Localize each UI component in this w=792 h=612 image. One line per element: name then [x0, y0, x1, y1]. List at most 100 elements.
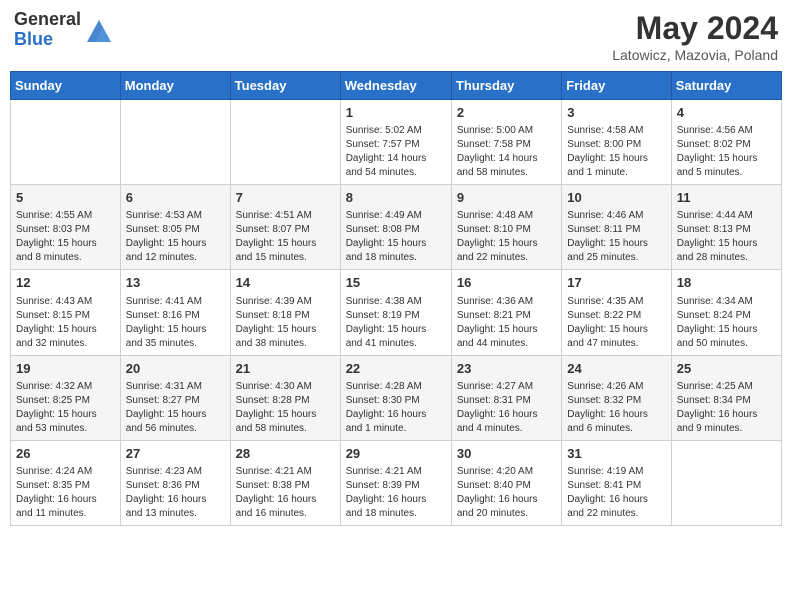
- day-number: 18: [677, 274, 776, 292]
- calendar-cell: 2 Sunrise: 5:00 AM Sunset: 7:58 PM Daylig…: [451, 100, 561, 185]
- calendar-cell: 4Sunrise: 4:56 AM Sunset: 8:02 PM Daylig…: [671, 100, 781, 185]
- logo: General Blue: [14, 10, 113, 50]
- day-number: 5: [16, 189, 115, 207]
- calendar-cell: 15 Sunrise: 4:38 AM Sunset: 8:19 PM Dayli…: [340, 270, 451, 355]
- day-number: 24: [567, 360, 665, 378]
- day-info: Sunrise: 4:31 AM Sunset: 8:27 PM Dayligh…: [126, 380, 225, 436]
- day-info: Sunrise: 4:48 AM Sunset: 8:10 PM Dayligh…: [457, 209, 556, 265]
- day-number: 12: [16, 274, 115, 292]
- day-number: 15: [346, 274, 446, 292]
- day-info: Sunrise: 4:25 AM Sunset: 8:34 PM Dayligh…: [677, 380, 776, 436]
- day-header-friday: Friday: [562, 72, 671, 100]
- calendar-header-row: SundayMondayTuesdayWednesdayThursdayFrid…: [11, 72, 782, 100]
- calendar-cell: 9 Sunrise: 4:48 AM Sunset: 8:10 PM Daylig…: [451, 185, 561, 270]
- calendar-week-row: 1 Sunrise: 5:02 AM Sunset: 7:57 PM Daylig…: [11, 100, 782, 185]
- day-number: 28: [236, 445, 335, 463]
- subtitle: Latowicz, Mazovia, Poland: [612, 47, 778, 63]
- calendar-cell: 10 Sunrise: 4:46 AM Sunset: 8:11 PM Dayli…: [562, 185, 671, 270]
- day-info: Sunrise: 4:26 AM Sunset: 8:32 PM Dayligh…: [567, 380, 665, 436]
- day-info: Sunrise: 4:41 AM Sunset: 8:16 PM Dayligh…: [126, 295, 225, 351]
- day-header-sunday: Sunday: [11, 72, 121, 100]
- day-number: 25: [677, 360, 776, 378]
- calendar-cell: 19 Sunrise: 4:32 AM Sunset: 8:25 PM Dayli…: [11, 355, 121, 440]
- day-number: 22: [346, 360, 446, 378]
- calendar-cell: 31Sunrise: 4:19 AM Sunset: 8:41 PM Dayli…: [562, 440, 671, 525]
- day-number: 6: [126, 189, 225, 207]
- title-block: May 2024 Latowicz, Mazovia, Poland: [612, 10, 778, 63]
- calendar-cell: 12 Sunrise: 4:43 AM Sunset: 8:15 PM Dayli…: [11, 270, 121, 355]
- day-info: Sunrise: 4:24 AM Sunset: 8:35 PM Dayligh…: [16, 465, 115, 521]
- day-number: 19: [16, 360, 115, 378]
- main-title: May 2024: [612, 10, 778, 47]
- calendar-cell: 28 Sunrise: 4:21 AM Sunset: 8:38 PM Dayli…: [230, 440, 340, 525]
- calendar-cell: 8 Sunrise: 4:49 AM Sunset: 8:08 PM Daylig…: [340, 185, 451, 270]
- day-number: 2: [457, 104, 556, 122]
- day-number: 9: [457, 189, 556, 207]
- day-info: Sunrise: 4:35 AM Sunset: 8:22 PM Dayligh…: [567, 295, 665, 351]
- day-info: Sunrise: 4:53 AM Sunset: 8:05 PM Dayligh…: [126, 209, 225, 265]
- day-info: Sunrise: 4:20 AM Sunset: 8:40 PM Dayligh…: [457, 465, 556, 521]
- day-number: 11: [677, 189, 776, 207]
- calendar-cell: 1 Sunrise: 5:02 AM Sunset: 7:57 PM Daylig…: [340, 100, 451, 185]
- calendar-cell: [671, 440, 781, 525]
- calendar-table: SundayMondayTuesdayWednesdayThursdayFrid…: [10, 71, 782, 526]
- day-header-saturday: Saturday: [671, 72, 781, 100]
- day-info: Sunrise: 4:39 AM Sunset: 8:18 PM Dayligh…: [236, 295, 335, 351]
- day-number: 13: [126, 274, 225, 292]
- day-info: Sunrise: 5:02 AM Sunset: 7:57 PM Dayligh…: [346, 124, 446, 180]
- calendar-cell: 5 Sunrise: 4:55 AM Sunset: 8:03 PM Daylig…: [11, 185, 121, 270]
- calendar-cell: 16Sunrise: 4:36 AM Sunset: 8:21 PM Dayli…: [451, 270, 561, 355]
- calendar-cell: 30 Sunrise: 4:20 AM Sunset: 8:40 PM Dayli…: [451, 440, 561, 525]
- day-info: Sunrise: 5:00 AM Sunset: 7:58 PM Dayligh…: [457, 124, 556, 180]
- calendar-cell: 17Sunrise: 4:35 AM Sunset: 8:22 PM Dayli…: [562, 270, 671, 355]
- calendar-cell: 22 Sunrise: 4:28 AM Sunset: 8:30 PM Dayli…: [340, 355, 451, 440]
- day-info: Sunrise: 4:32 AM Sunset: 8:25 PM Dayligh…: [16, 380, 115, 436]
- day-number: 30: [457, 445, 556, 463]
- calendar-cell: 24 Sunrise: 4:26 AM Sunset: 8:32 PM Dayli…: [562, 355, 671, 440]
- day-info: Sunrise: 4:55 AM Sunset: 8:03 PM Dayligh…: [16, 209, 115, 265]
- calendar-cell: 3Sunrise: 4:58 AM Sunset: 8:00 PM Daylig…: [562, 100, 671, 185]
- calendar-cell: 25 Sunrise: 4:25 AM Sunset: 8:34 PM Dayli…: [671, 355, 781, 440]
- day-number: 10: [567, 189, 665, 207]
- day-number: 1: [346, 104, 446, 122]
- day-number: 8: [346, 189, 446, 207]
- calendar-cell: 20 Sunrise: 4:31 AM Sunset: 8:27 PM Dayli…: [120, 355, 230, 440]
- day-number: 31: [567, 445, 665, 463]
- day-header-tuesday: Tuesday: [230, 72, 340, 100]
- day-number: 21: [236, 360, 335, 378]
- day-number: 20: [126, 360, 225, 378]
- day-number: 23: [457, 360, 556, 378]
- calendar-cell: 21 Sunrise: 4:30 AM Sunset: 8:28 PM Dayli…: [230, 355, 340, 440]
- calendar-cell: [11, 100, 121, 185]
- day-info: Sunrise: 4:21 AM Sunset: 8:39 PM Dayligh…: [346, 465, 446, 521]
- calendar-cell: [230, 100, 340, 185]
- calendar-cell: 26Sunrise: 4:24 AM Sunset: 8:35 PM Dayli…: [11, 440, 121, 525]
- day-info: Sunrise: 4:21 AM Sunset: 8:38 PM Dayligh…: [236, 465, 335, 521]
- calendar-cell: 11 Sunrise: 4:44 AM Sunset: 8:13 PM Dayli…: [671, 185, 781, 270]
- calendar-cell: 18Sunrise: 4:34 AM Sunset: 8:24 PM Dayli…: [671, 270, 781, 355]
- day-info: Sunrise: 4:38 AM Sunset: 8:19 PM Dayligh…: [346, 295, 446, 351]
- day-info: Sunrise: 4:46 AM Sunset: 8:11 PM Dayligh…: [567, 209, 665, 265]
- day-number: 27: [126, 445, 225, 463]
- calendar-week-row: 19 Sunrise: 4:32 AM Sunset: 8:25 PM Dayli…: [11, 355, 782, 440]
- day-header-wednesday: Wednesday: [340, 72, 451, 100]
- day-info: Sunrise: 4:49 AM Sunset: 8:08 PM Dayligh…: [346, 209, 446, 265]
- logo-icon: [85, 16, 113, 44]
- day-number: 14: [236, 274, 335, 292]
- calendar-week-row: 26Sunrise: 4:24 AM Sunset: 8:35 PM Dayli…: [11, 440, 782, 525]
- day-info: Sunrise: 4:28 AM Sunset: 8:30 PM Dayligh…: [346, 380, 446, 436]
- day-info: Sunrise: 4:30 AM Sunset: 8:28 PM Dayligh…: [236, 380, 335, 436]
- calendar-cell: 6 Sunrise: 4:53 AM Sunset: 8:05 PM Daylig…: [120, 185, 230, 270]
- logo-general-text: General: [14, 10, 81, 30]
- day-info: Sunrise: 4:44 AM Sunset: 8:13 PM Dayligh…: [677, 209, 776, 265]
- day-number: 16: [457, 274, 556, 292]
- calendar-cell: 23 Sunrise: 4:27 AM Sunset: 8:31 PM Dayli…: [451, 355, 561, 440]
- calendar-cell: 14 Sunrise: 4:39 AM Sunset: 8:18 PM Dayli…: [230, 270, 340, 355]
- calendar-cell: [120, 100, 230, 185]
- day-info: Sunrise: 4:43 AM Sunset: 8:15 PM Dayligh…: [16, 295, 115, 351]
- day-number: 7: [236, 189, 335, 207]
- day-number: 29: [346, 445, 446, 463]
- calendar-week-row: 12 Sunrise: 4:43 AM Sunset: 8:15 PM Dayli…: [11, 270, 782, 355]
- calendar-cell: 29 Sunrise: 4:21 AM Sunset: 8:39 PM Dayli…: [340, 440, 451, 525]
- day-info: Sunrise: 4:27 AM Sunset: 8:31 PM Dayligh…: [457, 380, 556, 436]
